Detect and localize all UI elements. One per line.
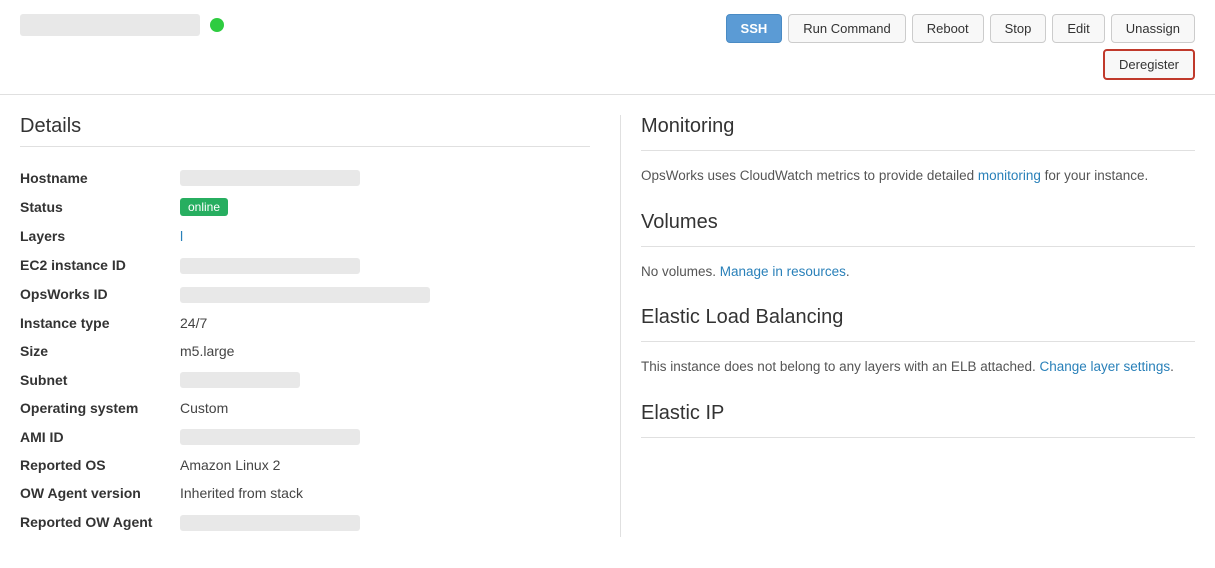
field-value: l	[180, 222, 590, 250]
field-label: OpsWorks ID	[20, 280, 180, 309]
monitoring-text-after: for your instance.	[1041, 168, 1148, 183]
elb-text-after: .	[1170, 359, 1174, 374]
elastic-ip-section: Elastic IP	[641, 402, 1195, 438]
volumes-section: Volumes No volumes. Manage in resources.	[641, 211, 1195, 283]
field-label: Subnet	[20, 365, 180, 394]
hostname-placeholder	[180, 170, 360, 186]
table-row: Size m5.large	[20, 337, 590, 365]
table-row: OpsWorks ID	[20, 280, 590, 309]
volumes-divider	[641, 246, 1195, 247]
field-label: Layers	[20, 222, 180, 250]
top-bar: SSH Run Command Reboot Stop Edit Unassig…	[0, 0, 1215, 95]
deregister-button[interactable]: Deregister	[1103, 49, 1195, 80]
field-label: EC2 instance ID	[20, 250, 180, 279]
table-row: Reported OW Agent	[20, 507, 590, 536]
field-label: OW Agent version	[20, 479, 180, 507]
monitoring-text: OpsWorks uses CloudWatch metrics to prov…	[641, 165, 1195, 187]
elb-section: Elastic Load Balancing This instance doe…	[641, 306, 1195, 378]
elastic-ip-title: Elastic IP	[641, 402, 1195, 425]
elb-text-before: This instance does not belong to any lay…	[641, 359, 1040, 374]
right-panel: Monitoring OpsWorks uses CloudWatch metr…	[620, 115, 1195, 537]
ssh-button[interactable]: SSH	[726, 14, 783, 43]
size-value: m5.large	[180, 343, 234, 359]
field-label: Instance type	[20, 309, 180, 337]
field-value: m5.large	[180, 337, 590, 365]
ow-agent-value: Inherited from stack	[180, 485, 303, 501]
top-row-buttons: SSH Run Command Reboot Stop Edit Unassig…	[726, 14, 1195, 43]
field-value: Custom	[180, 394, 590, 422]
field-label: Hostname	[20, 163, 180, 192]
reported-os-value: Amazon Linux 2	[180, 457, 280, 473]
instance-name-placeholder	[20, 14, 200, 36]
field-label: Reported OW Agent	[20, 507, 180, 536]
table-row: Reported OS Amazon Linux 2	[20, 451, 590, 479]
action-buttons-area: SSH Run Command Reboot Stop Edit Unassig…	[726, 14, 1195, 80]
field-value	[180, 422, 590, 451]
field-label: Size	[20, 337, 180, 365]
elastic-ip-divider	[641, 437, 1195, 438]
volumes-text-before: No volumes.	[641, 264, 720, 279]
monitoring-divider	[641, 150, 1195, 151]
subnet-placeholder	[180, 372, 300, 388]
status-dot-green	[210, 18, 224, 32]
ec2-id-placeholder	[180, 258, 360, 274]
field-label: Reported OS	[20, 451, 180, 479]
table-row: Operating system Custom	[20, 394, 590, 422]
elb-text: This instance does not belong to any lay…	[641, 356, 1195, 378]
edit-button[interactable]: Edit	[1052, 14, 1104, 43]
monitoring-section: Monitoring OpsWorks uses CloudWatch metr…	[641, 115, 1195, 187]
instance-type-value: 24/7	[180, 315, 207, 331]
field-label: Operating system	[20, 394, 180, 422]
field-label: AMI ID	[20, 422, 180, 451]
field-value: online	[180, 192, 590, 222]
field-value	[180, 163, 590, 192]
details-title: Details	[20, 115, 590, 147]
field-value: Amazon Linux 2	[180, 451, 590, 479]
change-layer-settings-link[interactable]: Change layer settings	[1040, 359, 1171, 374]
status-badge: online	[180, 198, 228, 216]
main-content: Details Hostname Status online Layers l …	[0, 95, 1215, 557]
field-value	[180, 280, 590, 309]
field-value	[180, 365, 590, 394]
unassign-button[interactable]: Unassign	[1111, 14, 1195, 43]
instance-name-area	[20, 14, 224, 36]
run-command-button[interactable]: Run Command	[788, 14, 905, 43]
monitoring-link[interactable]: monitoring	[978, 168, 1041, 183]
table-row: Status online	[20, 192, 590, 222]
field-label: Status	[20, 192, 180, 222]
reported-ow-agent-placeholder	[180, 515, 360, 531]
field-value: 24/7	[180, 309, 590, 337]
elb-divider	[641, 341, 1195, 342]
table-row: Subnet	[20, 365, 590, 394]
reboot-button[interactable]: Reboot	[912, 14, 984, 43]
field-value	[180, 250, 590, 279]
second-row-buttons: Deregister	[726, 49, 1195, 80]
volumes-title: Volumes	[641, 211, 1195, 234]
monitoring-title: Monitoring	[641, 115, 1195, 138]
table-row: AMI ID	[20, 422, 590, 451]
stop-button[interactable]: Stop	[990, 14, 1047, 43]
table-row: OW Agent version Inherited from stack	[20, 479, 590, 507]
field-value: Inherited from stack	[180, 479, 590, 507]
details-table: Hostname Status online Layers l EC2 inst…	[20, 163, 590, 537]
table-row: Instance type 24/7	[20, 309, 590, 337]
monitoring-text-before: OpsWorks uses CloudWatch metrics to prov…	[641, 168, 978, 183]
layers-link[interactable]: l	[180, 228, 183, 244]
ami-id-placeholder	[180, 429, 360, 445]
os-value: Custom	[180, 400, 228, 416]
manage-resources-link[interactable]: Manage in resources	[720, 264, 846, 279]
volumes-text-after: .	[846, 264, 850, 279]
field-value	[180, 507, 590, 536]
elb-title: Elastic Load Balancing	[641, 306, 1195, 329]
table-row: EC2 instance ID	[20, 250, 590, 279]
table-row: Hostname	[20, 163, 590, 192]
left-panel: Details Hostname Status online Layers l …	[20, 115, 620, 537]
volumes-text: No volumes. Manage in resources.	[641, 261, 1195, 283]
opsworks-id-placeholder	[180, 287, 430, 303]
table-row: Layers l	[20, 222, 590, 250]
